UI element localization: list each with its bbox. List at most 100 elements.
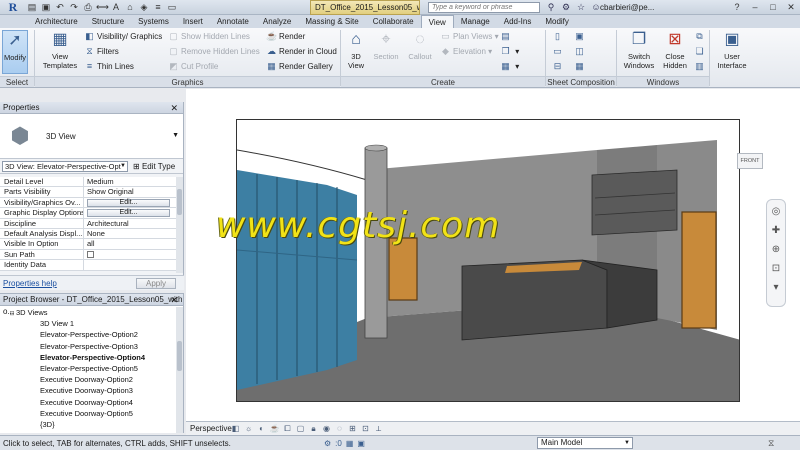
maximize-icon[interactable]: □ xyxy=(766,1,780,13)
close-icon[interactable]: ✕ xyxy=(170,102,178,114)
section-button[interactable]: ⌖ Section xyxy=(370,30,402,61)
user-interface-button[interactable]: ▣ User Interface xyxy=(714,30,750,70)
undo-icon[interactable]: ↶ xyxy=(54,2,66,13)
tab-massing-site[interactable]: Massing & Site xyxy=(298,15,365,28)
tree-item[interactable]: Elevator-Perspective-Option4 xyxy=(0,352,176,363)
tab-systems[interactable]: Systems xyxy=(131,15,176,28)
rendering-icon[interactable]: ☕ xyxy=(269,423,280,434)
property-value[interactable]: all xyxy=(84,239,176,248)
property-value[interactable]: Show Original xyxy=(84,187,176,196)
scrollbar-thumb[interactable] xyxy=(177,341,182,371)
close-views-icon[interactable]: ▭ xyxy=(166,2,178,13)
thin-lines-button[interactable]: ≡ Thin Lines xyxy=(84,61,134,72)
tab-manage[interactable]: Manage xyxy=(454,15,497,28)
elevation-button[interactable]: ◆ Elevation ▾ xyxy=(440,46,492,57)
filter-icon[interactable]: ⧖ xyxy=(768,438,774,449)
constraints-icon[interactable]: ⟂ xyxy=(373,423,384,434)
remove-hidden-lines-button[interactable]: ▢ Remove Hidden Lines xyxy=(168,46,259,57)
scrollbar-thumb[interactable] xyxy=(177,189,182,215)
analytical-model-icon[interactable]: ⊡ xyxy=(360,423,371,434)
sheet-button[interactable]: ▯ xyxy=(552,31,565,42)
chevron-down-icon[interactable]: ▼ xyxy=(172,132,179,139)
viewcube[interactable]: FRONT xyxy=(737,153,763,169)
tab-annotate[interactable]: Annotate xyxy=(210,15,256,28)
minimize-icon[interactable]: – xyxy=(748,1,762,13)
tree-item[interactable]: Executive Doorway-Option4 xyxy=(0,397,176,408)
tab-analyze[interactable]: Analyze xyxy=(256,15,298,28)
section-icon[interactable]: ◈ xyxy=(138,2,150,13)
help-icon[interactable]: ? xyxy=(730,1,744,13)
instance-selector[interactable]: 3D View: Elevator-Perspective-Opt ▼ xyxy=(2,161,128,172)
render-in-cloud-button[interactable]: ☁ Render in Cloud xyxy=(266,46,337,57)
binoculars-icon[interactable]: ⚲ xyxy=(545,2,557,13)
perspective-view-crop[interactable] xyxy=(236,119,740,402)
tile-button[interactable]: ▥ xyxy=(694,61,707,72)
schedules-button[interactable]: ▦ ▾ xyxy=(500,61,519,72)
3d-view-button[interactable]: ⌂ 3D View xyxy=(344,30,368,70)
graphics-group-label[interactable]: Graphics xyxy=(35,76,340,87)
lock-icon[interactable]: 🔒︎ xyxy=(308,423,319,434)
cascade-button[interactable]: ❏ xyxy=(694,46,707,57)
render-gallery-button[interactable]: ▦ Render Gallery xyxy=(266,61,333,72)
matchline-button[interactable]: ⊟ xyxy=(552,61,565,72)
sun-path-checkbox[interactable] xyxy=(87,250,94,258)
redo-icon[interactable]: ↷ xyxy=(68,2,80,13)
tab-insert[interactable]: Insert xyxy=(176,15,210,28)
tree-item[interactable]: Elevator-Perspective-Option5 xyxy=(0,363,176,374)
collapse-icon[interactable]: ⊟ xyxy=(8,309,16,318)
tab-modify[interactable]: Modify xyxy=(538,15,576,28)
title-block-button[interactable]: ▭ xyxy=(552,46,565,57)
search-box[interactable] xyxy=(428,2,540,13)
edit-type-button[interactable]: ⊞ Edit Type xyxy=(133,161,175,172)
tree-item[interactable]: 3D View 1 xyxy=(0,318,176,329)
modify-button[interactable]: ➚ Modify xyxy=(2,30,28,74)
filters-button[interactable]: ⧖ Filters xyxy=(84,46,118,57)
switch-windows-button[interactable]: ❐ Switch Windows xyxy=(620,30,658,70)
close-icon[interactable]: ✕ xyxy=(170,294,178,306)
view-templates-button[interactable]: ▦ View Templates xyxy=(40,30,80,70)
sun-path-icon[interactable]: ☼ xyxy=(243,423,254,434)
tree-item[interactable]: Elevator-Perspective-Option3 xyxy=(0,341,176,352)
print-icon[interactable]: ⎙ xyxy=(82,2,94,13)
visibility-graphics-button[interactable]: ◧ Visibility/ Graphics xyxy=(84,31,162,42)
chevron-down-icon[interactable]: ▾ xyxy=(769,281,783,295)
close-icon[interactable]: ✕ xyxy=(784,1,798,13)
editing-requests-icon[interactable]: ▣ xyxy=(357,438,365,449)
plus-icon[interactable]: ✚ xyxy=(769,224,783,238)
revisions-button[interactable]: ◫ xyxy=(574,46,587,57)
tree-node-3d-views[interactable]: ⊟3D Views xyxy=(0,307,176,318)
open-icon[interactable]: ▤ xyxy=(26,2,38,13)
render-button[interactable]: ☕ Render xyxy=(266,31,305,42)
tree-item[interactable]: Executive Doorway-Option2 xyxy=(0,374,176,385)
walk-icon[interactable]: ⊡ xyxy=(769,262,783,276)
sheet-composition-group-label[interactable]: Sheet Composition xyxy=(546,76,616,87)
property-value[interactable]: Architectural xyxy=(84,219,176,228)
tree-item[interactable]: Executive Doorway-Option5 xyxy=(0,408,176,419)
visual-style-icon[interactable]: ◧ xyxy=(230,423,241,434)
application-menu-button[interactable]: R xyxy=(2,0,24,15)
text-icon[interactable]: A xyxy=(110,2,122,13)
tab-architecture[interactable]: Architecture xyxy=(28,15,85,28)
duplicate-view-button[interactable]: ❐ ▾ xyxy=(500,46,519,57)
tab-view[interactable]: View xyxy=(420,15,454,28)
subscription-icon[interactable]: ⚙ xyxy=(560,2,572,13)
measure-icon[interactable]: ⟷ xyxy=(96,2,109,13)
edit-button[interactable]: Edit... xyxy=(87,209,170,218)
tab-structure[interactable]: Structure xyxy=(85,15,131,28)
property-value[interactable]: None xyxy=(84,229,176,238)
reveal-hidden-icon[interactable]: ◌ xyxy=(334,423,345,434)
edit-button[interactable]: Edit... xyxy=(87,198,170,207)
guide-grid-button[interactable]: ▦ xyxy=(574,61,587,72)
project-browser-scrollbar[interactable] xyxy=(176,307,183,433)
property-value[interactable]: Medium xyxy=(84,177,176,186)
steering-wheel-icon[interactable]: ◎ xyxy=(769,205,783,219)
3d-icon[interactable]: ⌂ xyxy=(124,2,136,13)
star-icon[interactable]: ☆ xyxy=(575,2,587,13)
properties-help-link[interactable]: Properties help xyxy=(3,279,57,288)
show-crop-icon[interactable]: ▢ xyxy=(295,423,306,434)
user-account[interactable]: cbarbieri@pe... xyxy=(600,2,654,13)
type-selector[interactable]: ⬢ 3D View ▼ xyxy=(0,114,183,159)
search-input[interactable] xyxy=(432,3,539,12)
crop-view-icon[interactable]: ⧠ xyxy=(282,423,293,434)
temporary-hide-icon[interactable]: ◉ xyxy=(321,423,332,434)
